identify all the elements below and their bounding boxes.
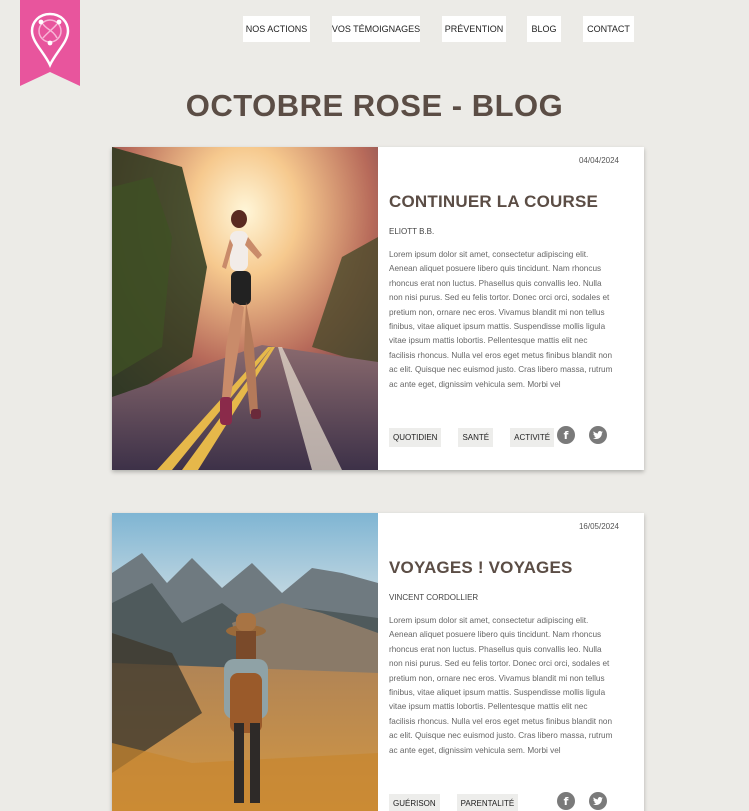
post-title[interactable]: VOYAGES ! VOYAGES — [389, 558, 573, 578]
tag-quotidien[interactable]: QUOTIDIEN — [389, 428, 442, 447]
post-image-runner[interactable] — [112, 147, 378, 470]
post-content: 16/05/2024 VOYAGES ! VOYAGES VINCENT COR… — [378, 513, 644, 811]
facebook-icon[interactable]: f — [557, 792, 575, 810]
post-tags: GUÉRISON PARENTALITÉ — [389, 794, 519, 811]
post-tags: QUOTIDIEN SANTÉ ACTIVITÉ — [389, 428, 555, 447]
post-excerpt: Lorem ipsum dolor sit amet, consectetur … — [389, 616, 613, 755]
blog-post-card: 16/05/2024 VOYAGES ! VOYAGES VINCENT COR… — [112, 513, 644, 811]
facebook-icon[interactable]: f — [557, 426, 575, 444]
nav-item-contact[interactable]: CONTACT — [583, 16, 634, 42]
nav-item-prevention[interactable]: PRÉVENTION — [442, 16, 506, 42]
tag-parentalite[interactable]: PARENTALITÉ — [456, 794, 519, 811]
nav-item-vos-temoignages[interactable]: VOS TÉMOIGNAGES — [332, 16, 420, 42]
twitter-icon[interactable] — [589, 792, 607, 810]
post-date: 04/04/2024 — [578, 156, 619, 165]
page-title: OCTOBRE ROSE - BLOG — [185, 88, 564, 123]
post-excerpt: Lorem ipsum dolor sit amet, consectetur … — [389, 250, 613, 389]
tag-guerison[interactable]: GUÉRISON — [389, 794, 440, 811]
site-logo[interactable] — [20, 0, 80, 86]
post-title[interactable]: CONTINUER LA COURSE — [389, 192, 598, 212]
tag-activite[interactable]: ACTIVITÉ — [510, 428, 555, 447]
share-buttons: f — [557, 792, 607, 810]
nav-item-nos-actions[interactable]: NOS ACTIONS — [243, 16, 310, 42]
tag-sante[interactable]: SANTÉ — [458, 428, 494, 447]
twitter-icon[interactable] — [589, 426, 607, 444]
nav-item-blog[interactable]: BLOG — [527, 16, 561, 42]
location-pin-ribbon-icon — [20, 0, 80, 86]
post-date: 16/05/2024 — [578, 522, 619, 531]
post-content: 04/04/2024 CONTINUER LA COURSE ELIOTT B.… — [378, 147, 644, 470]
post-author: VINCENT CORDOLLIER — [389, 593, 479, 602]
post-image-traveler[interactable] — [112, 513, 378, 811]
blog-post-card: 04/04/2024 CONTINUER LA COURSE ELIOTT B.… — [112, 147, 644, 470]
share-buttons: f — [557, 426, 607, 444]
post-author: ELIOTT B.B. — [389, 227, 435, 236]
